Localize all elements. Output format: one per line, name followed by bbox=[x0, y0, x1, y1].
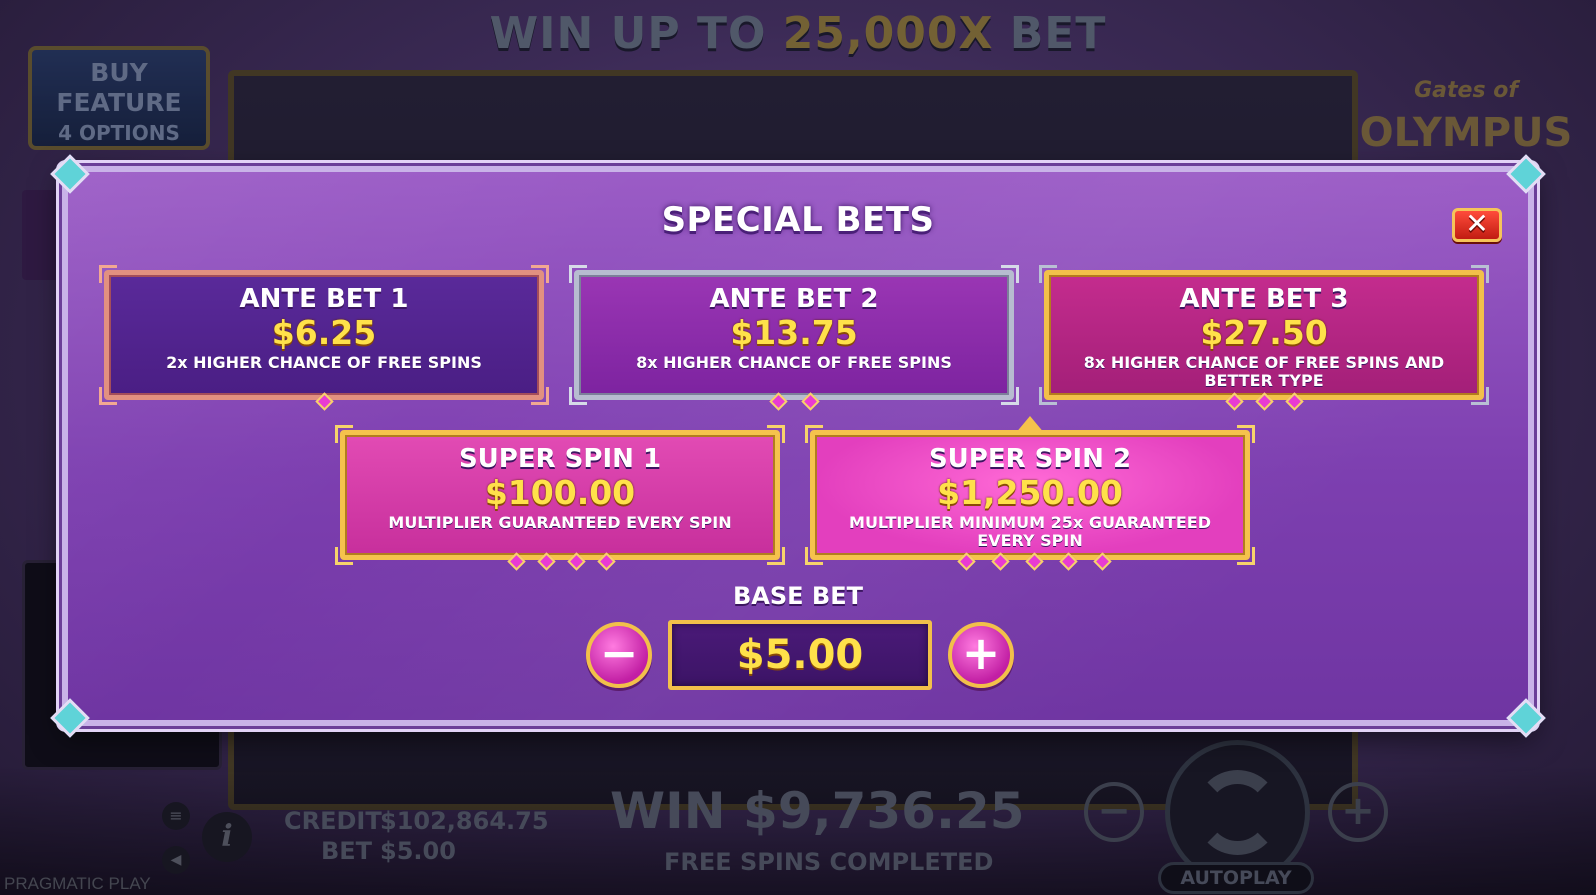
frame-corner bbox=[767, 547, 785, 565]
logo-big-text: OLYMPUS bbox=[1359, 110, 1573, 156]
option-price: $100.00 bbox=[484, 473, 636, 512]
option-description: 8x HIGHER CHANCE OF FREE SPINS bbox=[636, 353, 952, 372]
frame-corner bbox=[569, 387, 587, 405]
frame-corner bbox=[1237, 425, 1255, 443]
option-price: $6.25 bbox=[271, 313, 377, 352]
buy-feature-line3: 4 OPTIONS bbox=[58, 121, 180, 145]
menu-icon[interactable]: ≡ bbox=[162, 802, 190, 830]
frame-corner bbox=[1001, 387, 1019, 405]
autoplay-button[interactable]: AUTOPLAY bbox=[1158, 862, 1314, 894]
win-banner-suffix: BET bbox=[1009, 8, 1107, 59]
option-price: $27.50 bbox=[1200, 313, 1328, 352]
special-bets-modal: SPECIAL BETS ✕ ANTE BET 1 $6.25 2x HIGHE… bbox=[62, 166, 1534, 726]
brand-text: PRAGMATIC PLAY bbox=[4, 874, 151, 893]
super-spin-2-option[interactable]: SUPER SPIN 2 $1,250.00 MULTIPLIER MINIMU… bbox=[805, 416, 1255, 571]
info-icon[interactable]: i bbox=[202, 812, 252, 862]
spin-icon bbox=[1195, 770, 1280, 855]
sound-icon[interactable]: ◀ bbox=[162, 846, 190, 874]
frame-corner bbox=[767, 425, 785, 443]
logo-small-text: Gates of bbox=[1414, 78, 1518, 103]
modal-title: SPECIAL BETS bbox=[661, 200, 935, 240]
option-description: 2x HIGHER CHANCE OF FREE SPINS bbox=[166, 353, 482, 372]
option-title: SUPER SPIN 1 bbox=[458, 444, 662, 474]
credit-value: $102,864.75 bbox=[380, 807, 549, 835]
bet-increase-button[interactable]: + bbox=[1328, 782, 1388, 842]
close-button[interactable]: ✕ bbox=[1452, 208, 1502, 242]
buy-feature-line1: BUY bbox=[90, 58, 148, 87]
game-logo: Gates of OLYMPUS bbox=[1356, 70, 1576, 154]
ante-bet-3-option[interactable]: ANTE BET 3 $27.50 8x HIGHER CHANCE OF FR… bbox=[1039, 265, 1489, 411]
win-banner: WIN UP TO 25,000X BET bbox=[0, 8, 1596, 59]
bet-value: $5.00 bbox=[380, 837, 456, 865]
base-bet-label: BASE BET bbox=[733, 582, 863, 610]
win-display: WIN $9,736.25 bbox=[610, 782, 1025, 840]
super-spin-1-option[interactable]: SUPER SPIN 1 $100.00 MULTIPLIER GUARANTE… bbox=[335, 425, 785, 571]
close-icon: ✕ bbox=[1465, 207, 1489, 240]
credit-display: CREDIT$102,864.75 BET $5.00 bbox=[284, 806, 549, 866]
corner-ornament bbox=[52, 690, 98, 736]
side-panel bbox=[22, 190, 62, 280]
frame-corner bbox=[99, 387, 117, 405]
ante-bet-1-option[interactable]: ANTE BET 1 $6.25 2x HIGHER CHANCE OF FRE… bbox=[99, 265, 549, 411]
option-title: ANTE BET 1 bbox=[239, 284, 409, 314]
status-text: FREE SPINS COMPLETED bbox=[664, 848, 994, 876]
corner-ornament bbox=[1498, 156, 1544, 202]
frame-corner bbox=[531, 265, 549, 283]
bet-label: BET bbox=[320, 837, 372, 865]
frame-corner bbox=[531, 387, 549, 405]
plus-icon: + bbox=[961, 626, 1001, 680]
base-bet-increase-button[interactable]: + bbox=[948, 622, 1014, 688]
win-value: $9,736.25 bbox=[743, 782, 1025, 840]
option-description: MULTIPLIER MINIMUM 25x GUARANTEED EVERY … bbox=[849, 513, 1211, 550]
frame-corner bbox=[99, 265, 117, 283]
option-title: ANTE BET 2 bbox=[709, 284, 879, 314]
base-bet-decrease-button[interactable]: − bbox=[586, 622, 652, 688]
option-description: MULTIPLIER GUARANTEED EVERY SPIN bbox=[388, 513, 732, 532]
buy-feature-button[interactable]: BUY FEATURE 4 OPTIONS bbox=[28, 46, 210, 150]
frame-corner bbox=[335, 547, 353, 565]
frame-corner bbox=[1001, 265, 1019, 283]
bet-decrease-button[interactable]: − bbox=[1084, 782, 1144, 842]
frame-corner bbox=[335, 425, 353, 443]
credit-label: CREDIT bbox=[284, 807, 382, 835]
frame-corner bbox=[1039, 265, 1057, 283]
option-title: ANTE BET 3 bbox=[1179, 284, 1349, 314]
win-banner-highlight: 25,000X bbox=[782, 8, 994, 59]
frame-corner bbox=[569, 265, 587, 283]
base-bet-value: $5.00 bbox=[668, 620, 932, 690]
option-title: SUPER SPIN 2 bbox=[928, 444, 1132, 474]
corner-ornament bbox=[1498, 690, 1544, 736]
frame-corner bbox=[1471, 265, 1489, 283]
corner-ornament bbox=[52, 156, 98, 202]
win-banner-prefix: WIN UP TO bbox=[489, 8, 767, 59]
win-label: WIN bbox=[610, 782, 726, 840]
autoplay-label: AUTOPLAY bbox=[1180, 867, 1292, 889]
frame-corner bbox=[805, 425, 823, 443]
option-description: 8x HIGHER CHANCE OF FREE SPINS AND BETTE… bbox=[1083, 353, 1445, 390]
buy-feature-line2: FEATURE bbox=[56, 88, 182, 117]
minus-icon: − bbox=[599, 626, 639, 680]
crest-ornament bbox=[1015, 416, 1045, 434]
option-price: $13.75 bbox=[730, 313, 858, 352]
ante-bet-2-option[interactable]: ANTE BET 2 $13.75 8x HIGHER CHANCE OF FR… bbox=[569, 265, 1019, 411]
option-price: $1,250.00 bbox=[937, 473, 1123, 512]
